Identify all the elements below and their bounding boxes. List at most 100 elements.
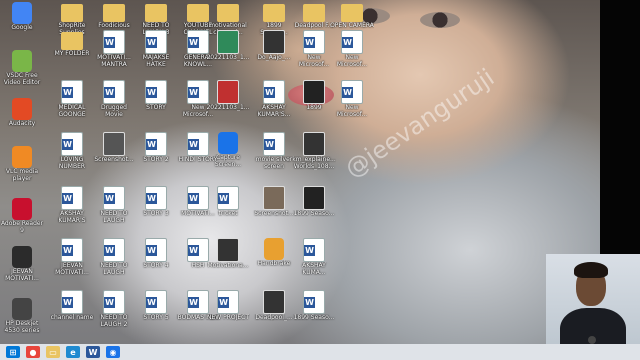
desktop-icon[interactable]: Screenshot... xyxy=(92,130,136,174)
desktop-icon-label: 1899 Seaso... xyxy=(293,314,335,321)
desktop-icon[interactable]: tricket xyxy=(206,184,250,228)
desktop-icon-label: AKSHAY KUMA... xyxy=(302,262,326,276)
desktop-icon-label: Deadpool_... xyxy=(255,314,293,321)
desktop-icon-label: JEEVAN MOTIVATI... xyxy=(5,268,39,282)
word-document-icon xyxy=(263,132,285,156)
desktop-icon-label: STORY 4 xyxy=(143,262,169,269)
desktop-icon[interactable]: Capture Screen... xyxy=(206,130,250,174)
desktop-icon[interactable]: channel name xyxy=(50,288,94,332)
word-document-icon xyxy=(61,132,83,156)
desktop-icon[interactable]: Screenshot... xyxy=(252,184,296,228)
desktop-icon[interactable]: MY FOLDER xyxy=(50,28,94,72)
desktop-wallpaper: Google VSDC Free Video Editor Audacity VLC … xyxy=(0,0,600,344)
desktop-icon-label: New Microsof... xyxy=(336,104,368,118)
desktop-icon-label: channel name xyxy=(50,314,94,321)
app-shortcut-icon xyxy=(12,298,32,320)
desktop-icon-label: AKSHAY KUMAR'S xyxy=(58,210,86,224)
word-document-icon xyxy=(103,30,125,54)
word-document-icon xyxy=(217,186,239,210)
desktop-icon[interactable]: JEEVAN MOTIVATI... xyxy=(0,244,44,288)
app-shortcut-icon xyxy=(218,132,238,154)
desktop-icon-label: km_explaine... Worlds_108... xyxy=(292,156,336,170)
desktop-icon[interactable]: Drugged Movie xyxy=(92,78,136,122)
app-shortcut-icon xyxy=(264,238,284,260)
desktop-icon[interactable]: NEED TO LAUGH 2 xyxy=(92,288,136,332)
word-document-icon xyxy=(145,132,167,156)
desktop-icon[interactable]: Audacity xyxy=(0,96,44,140)
desktop-icon[interactable]: Handbrake xyxy=(252,236,296,280)
desktop-icon[interactable]: km_explaine... Worlds_108... xyxy=(292,130,336,174)
word-document-icon xyxy=(263,80,285,104)
desktop-icon[interactable]: Deadpool_... xyxy=(252,288,296,332)
folder-icon xyxy=(263,4,285,22)
desktop-icon[interactable]: LOVING NUMBER xyxy=(50,130,94,174)
desktop-icon[interactable]: MOTIVATI... MANTRA xyxy=(92,28,136,72)
desktop-icon[interactable]: 1899 Seaso... xyxy=(292,184,336,228)
desktop-icon[interactable]: Do_Aajo_... xyxy=(252,28,296,72)
word-document-icon xyxy=(303,290,325,314)
desktop-icon-label: NEED TO LAUGH xyxy=(100,210,128,224)
desktop-icon-label: MAJAKSE HATKE xyxy=(142,54,170,68)
taskbar-capture-icon[interactable]: ◉ xyxy=(106,346,120,358)
desktop-icon[interactable]: 1899 Seaso... xyxy=(292,288,336,332)
app-shortcut-icon xyxy=(12,146,32,168)
desktop-icon[interactable]: MAJAKSE HATKE xyxy=(134,28,178,72)
taskbar-word-icon[interactable]: W xyxy=(86,346,100,358)
desktop-icon[interactable]: Motivationa... xyxy=(206,236,250,280)
desktop-icon[interactable]: STORY 4 xyxy=(134,236,178,280)
taskbar-chrome-icon[interactable]: ● xyxy=(26,346,40,358)
desktop-icon[interactable]: STORY 2 xyxy=(134,130,178,174)
desktop-icon-label: MY FOLDER xyxy=(54,50,90,57)
desktop-icon[interactable]: HP Deskjet 4530 series xyxy=(0,296,44,340)
desktop-icon-label: tricket xyxy=(218,210,238,217)
desktop-icon-label: VSDC Free Video Editor xyxy=(3,72,41,86)
desktop-icon[interactable]: New Microsof... xyxy=(330,28,374,72)
word-document-icon xyxy=(341,30,363,54)
desktop-icon[interactable]: Adobe Reader 9 xyxy=(0,196,44,240)
taskbar-explorer-icon[interactable]: ▭ xyxy=(46,346,60,358)
word-document-icon xyxy=(61,238,83,262)
folder-icon xyxy=(61,32,83,50)
taskbar: ⊞ ● ▭ e W ◉ xyxy=(0,344,640,360)
desktop-icon-label: NEW PROJECT xyxy=(206,314,250,321)
desktop-icon[interactable]: AKSHAY KUMAR'S... xyxy=(252,78,296,122)
desktop-icon[interactable]: STORY 5 xyxy=(134,288,178,332)
desktop-icon[interactable]: MEDICAL GOONGE xyxy=(50,78,94,122)
desktop-icon[interactable]: 20221103_1... xyxy=(206,78,250,122)
desktop-icon[interactable]: AKSHAY KUMAR'S xyxy=(50,184,94,228)
desktop-icon-label: Do_Aajo_... xyxy=(257,54,291,61)
desktop-icon[interactable]: NEW PROJECT xyxy=(206,288,250,332)
app-shortcut-icon xyxy=(12,98,32,120)
desktop-icon[interactable]: Google xyxy=(0,0,44,44)
desktop-icon-label: Adobe Reader 9 xyxy=(0,220,44,234)
word-document-icon xyxy=(61,80,83,104)
app-shortcut-icon xyxy=(12,50,32,72)
desktop-icon[interactable]: STORY xyxy=(134,78,178,122)
desktop-icon[interactable]: VSDC Free Video Editor xyxy=(0,48,44,92)
desktop-icon[interactable]: STORY 3 xyxy=(134,184,178,228)
desktop-icon-label: Google xyxy=(11,24,33,31)
desktop-icon[interactable]: movie silver screen xyxy=(252,130,296,174)
desktop-icon[interactable]: NEED TO LAUGH xyxy=(92,184,136,228)
folder-icon xyxy=(303,4,325,22)
desktop-icon-label: LOVING NUMBER xyxy=(58,156,86,170)
word-document-icon xyxy=(341,80,363,104)
desktop-icon-label: Audacity xyxy=(8,120,36,127)
wallpaper-eye xyxy=(420,12,460,28)
desktop-icon-label: 20221103_1... xyxy=(206,54,250,61)
taskbar-edge-icon[interactable]: e xyxy=(66,346,80,358)
desktop-icon[interactable]: New Microsof... xyxy=(330,78,374,122)
desktop-icon[interactable]: 20221103_1... xyxy=(206,28,250,72)
desktop-icon[interactable]: VLC media player xyxy=(0,144,44,188)
desktop-icon[interactable]: JEEVAN MOTIVATI... xyxy=(50,236,94,280)
taskbar-start-icon[interactable]: ⊞ xyxy=(6,346,20,358)
desktop-icon[interactable]: NEED TO LAUGH xyxy=(92,236,136,280)
word-document-icon xyxy=(61,186,83,210)
word-document-icon xyxy=(145,290,167,314)
folder-icon xyxy=(217,4,239,22)
desktop-icon-label: NEED TO LAUGH xyxy=(100,262,128,276)
desktop-icon[interactable]: AKSHAY KUMA... xyxy=(292,236,336,280)
word-document-icon xyxy=(145,186,167,210)
word-document-icon xyxy=(303,30,325,54)
app-shortcut-icon xyxy=(12,246,32,268)
